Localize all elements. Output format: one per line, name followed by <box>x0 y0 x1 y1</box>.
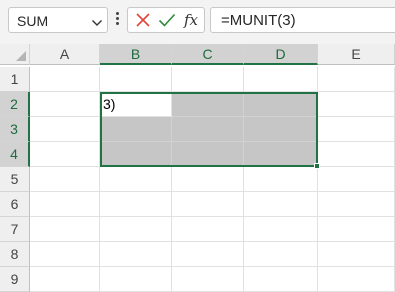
cell-b5[interactable] <box>100 167 172 192</box>
check-icon[interactable] <box>156 9 178 31</box>
cell-c9[interactable] <box>172 267 244 292</box>
cell-e5[interactable] <box>318 167 395 192</box>
column-header-e[interactable]: E <box>318 44 395 65</box>
insert-function-button[interactable]: fx <box>180 9 202 31</box>
cell-a7[interactable] <box>30 217 100 242</box>
cell-b4[interactable] <box>100 142 172 167</box>
cell-b3[interactable] <box>100 117 172 142</box>
select-all-button[interactable] <box>0 44 30 65</box>
cell-c5[interactable] <box>172 167 244 192</box>
row-header-3[interactable]: 3 <box>0 117 30 142</box>
row-header-6[interactable]: 6 <box>0 192 30 217</box>
select-all-icon <box>16 51 26 61</box>
cell-e1[interactable] <box>318 67 395 92</box>
formula-bar: SUM fx =MUNIT(3) <box>0 0 395 44</box>
row-header-5[interactable]: 5 <box>0 167 30 192</box>
cell-b1[interactable] <box>100 67 172 92</box>
cell-b9[interactable] <box>100 267 172 292</box>
row-header-1[interactable]: 1 <box>0 67 30 92</box>
row-header-9[interactable]: 9 <box>0 267 30 292</box>
cell-d8[interactable] <box>244 242 318 267</box>
formula-buttons: fx <box>127 7 205 33</box>
name-box-value: SUM <box>17 13 49 29</box>
row-header-4[interactable]: 4 <box>0 142 30 167</box>
cell-a3[interactable] <box>30 117 100 142</box>
cell-a9[interactable] <box>30 267 100 292</box>
cell-b7[interactable] <box>100 217 172 242</box>
cell-a4[interactable] <box>30 142 100 167</box>
cell-b2[interactable]: 3) <box>100 92 172 117</box>
cell-d6[interactable] <box>244 192 318 217</box>
cell-c7[interactable] <box>172 217 244 242</box>
cell-e3[interactable] <box>318 117 395 142</box>
cell-a1[interactable] <box>30 67 100 92</box>
cell-a2[interactable] <box>30 92 100 117</box>
close-icon[interactable] <box>132 9 154 31</box>
cell-c2[interactable] <box>172 92 244 117</box>
cell-e8[interactable] <box>318 242 395 267</box>
cell-d3[interactable] <box>244 117 318 142</box>
active-cell-edit-text: 3) <box>103 96 116 112</box>
cell-c8[interactable] <box>172 242 244 267</box>
cell-d1[interactable] <box>244 67 318 92</box>
cell-a6[interactable] <box>30 192 100 217</box>
cell-e4[interactable] <box>318 142 395 167</box>
cell-d9[interactable] <box>244 267 318 292</box>
chevron-down-icon[interactable] <box>91 15 103 33</box>
cell-b8[interactable] <box>100 242 172 267</box>
formula-text: =MUNIT(3) <box>221 12 296 29</box>
row-header-7[interactable]: 7 <box>0 217 30 242</box>
cell-c1[interactable] <box>172 67 244 92</box>
cell-d7[interactable] <box>244 217 318 242</box>
cell-e2[interactable] <box>318 92 395 117</box>
cell-e6[interactable] <box>318 192 395 217</box>
cell-d2[interactable] <box>244 92 318 117</box>
cell-c6[interactable] <box>172 192 244 217</box>
column-header-c[interactable]: C <box>172 44 244 65</box>
fill-handle[interactable] <box>314 163 320 169</box>
cell-e7[interactable] <box>318 217 395 242</box>
cell-b6[interactable] <box>100 192 172 217</box>
cell-c3[interactable] <box>172 117 244 142</box>
name-box[interactable]: SUM <box>8 7 108 33</box>
cell-d5[interactable] <box>244 167 318 192</box>
cell-a8[interactable] <box>30 242 100 267</box>
more-options-icon[interactable] <box>114 10 120 28</box>
cell-e9[interactable] <box>318 267 395 292</box>
cell-a5[interactable] <box>30 167 100 192</box>
formula-input[interactable]: =MUNIT(3) <box>210 7 395 33</box>
column-header-a[interactable]: A <box>30 44 100 65</box>
column-header-b[interactable]: B <box>100 44 172 65</box>
cell-c4[interactable] <box>172 142 244 167</box>
column-header-d[interactable]: D <box>244 44 318 65</box>
row-header-8[interactable]: 8 <box>0 242 30 267</box>
row-header-2[interactable]: 2 <box>0 92 30 117</box>
cell-d4[interactable] <box>244 142 318 167</box>
